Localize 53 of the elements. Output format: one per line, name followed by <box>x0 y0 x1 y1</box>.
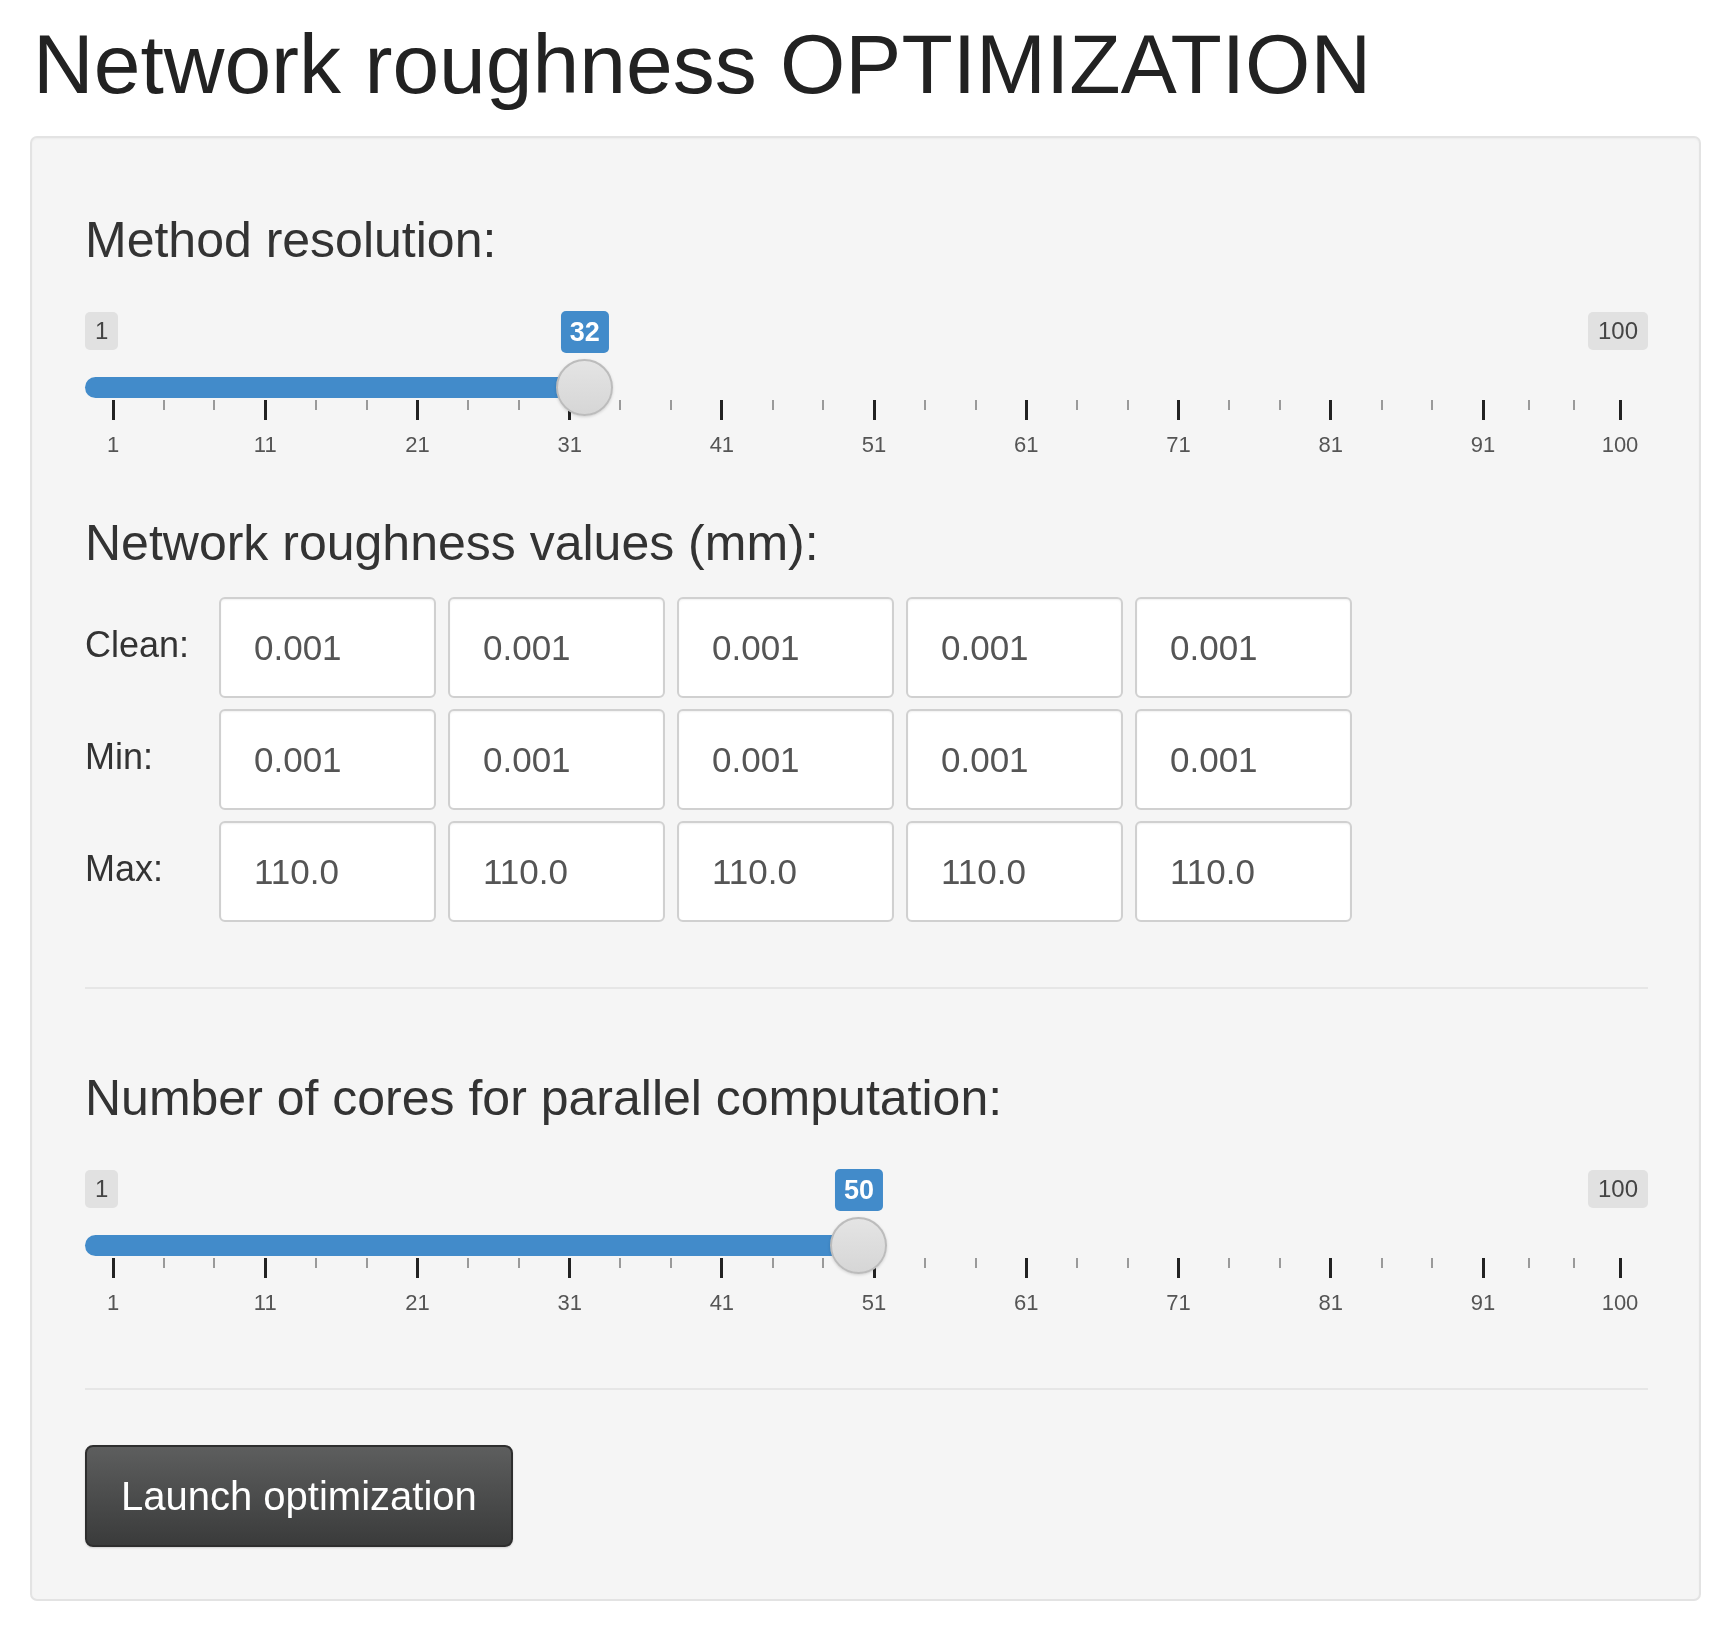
number-input[interactable]: 0.001 <box>677 709 894 811</box>
tick-label: 21 <box>405 432 430 459</box>
number-input[interactable]: 0.001 <box>1135 709 1352 811</box>
tick-label: 21 <box>405 1290 430 1317</box>
number-input[interactable]: 110.0 <box>1135 821 1352 923</box>
number-input[interactable]: 0.001 <box>448 709 665 811</box>
number-input[interactable]: 0.001 <box>677 597 894 699</box>
number-input[interactable]: 0.001 <box>448 597 665 699</box>
tick-label: 91 <box>1470 432 1496 459</box>
number-input[interactable]: 110.0 <box>219 821 436 923</box>
tick-label: 11 <box>253 432 277 459</box>
tick-label: 11 <box>253 1290 277 1317</box>
tick-label: 71 <box>1166 1290 1191 1317</box>
section-label: Method resolution: <box>85 211 498 271</box>
slider-max-label: 100 <box>1587 1170 1648 1209</box>
tick-label: 51 <box>861 432 887 459</box>
number-input[interactable]: 110.0 <box>906 821 1123 923</box>
tick-label: 81 <box>1318 432 1343 459</box>
section-label: Number of cores for parallel computation: <box>85 1069 1004 1129</box>
row-label: Min: <box>85 735 154 778</box>
tick-label: 41 <box>709 1290 735 1317</box>
slider-value-label: 50 <box>834 1169 883 1212</box>
tick-label: 81 <box>1318 1290 1343 1317</box>
number-input[interactable]: 110.0 <box>677 821 894 923</box>
number-input[interactable]: 0.001 <box>219 597 436 699</box>
tick-label: 100 <box>1601 432 1639 459</box>
number-input[interactable]: 0.001 <box>219 709 436 811</box>
page-title: Network roughness OPTIMIZATION <box>33 18 1373 111</box>
tick-label: 1 <box>106 1290 120 1317</box>
number-input[interactable]: 0.001 <box>906 709 1123 811</box>
tick-label: 31 <box>557 1290 582 1317</box>
tick-label: 61 <box>1014 432 1039 459</box>
section-label: Network roughness values (mm): <box>85 514 820 574</box>
slider-min-label: 1 <box>85 312 119 351</box>
slider-handle[interactable] <box>556 359 614 417</box>
row-label: Max: <box>85 847 164 890</box>
launch-button[interactable]: Launch optimization <box>85 1445 513 1548</box>
tick-label: 31 <box>557 432 582 459</box>
tick-label: 91 <box>1470 1290 1496 1317</box>
number-input[interactable]: 110.0 <box>448 821 665 923</box>
tick-label: 100 <box>1601 1290 1639 1317</box>
slider-max-label: 100 <box>1587 312 1648 351</box>
slider-handle[interactable] <box>830 1217 888 1275</box>
tick-label: 51 <box>861 1290 887 1317</box>
tick-label: 71 <box>1166 432 1191 459</box>
number-input[interactable]: 0.001 <box>1135 597 1352 699</box>
slider-min-label: 1 <box>85 1170 119 1209</box>
tick-label: 1 <box>106 432 120 459</box>
tick-label: 41 <box>709 432 735 459</box>
tick-label: 61 <box>1014 1290 1039 1317</box>
number-input[interactable]: 0.001 <box>906 597 1123 699</box>
slider-value-label: 32 <box>560 311 609 354</box>
row-label: Clean: <box>85 623 191 666</box>
